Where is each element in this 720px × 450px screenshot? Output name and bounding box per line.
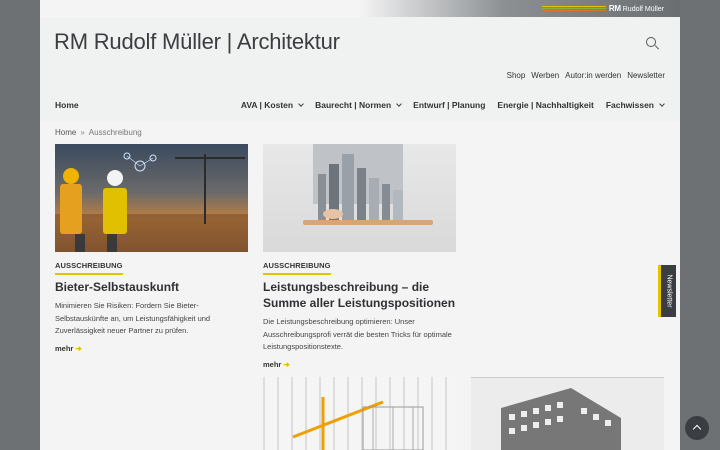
article-image-crane-blueprint[interactable] (263, 377, 456, 450)
nav-item-fachwissen[interactable]: Fachwissen (605, 100, 665, 110)
nav-item-label: Entwurf | Planung (413, 100, 486, 110)
article-image-tablet-city[interactable] (263, 144, 456, 252)
article-card (263, 377, 456, 450)
arrow-right-icon: ➔ (283, 359, 290, 369)
breadcrumb-home[interactable]: Home (55, 128, 76, 137)
newsletter-side-tab-label: Newsletter (665, 274, 672, 308)
chevron-down-icon (298, 100, 304, 107)
read-more-link[interactable]: mehr ➔ (55, 344, 82, 353)
publisher-logo-name: Rudolf Müller (622, 6, 664, 13)
chevron-up-icon (692, 424, 702, 434)
publisher-logo[interactable]: RM Rudolf Müller (609, 4, 664, 13)
main-nav: Home AVA | Kosten Baurecht | Normen Entw… (40, 100, 680, 120)
publisher-logo-short: RM (608, 4, 621, 13)
article-teaser: Minimieren Sie Risiken: Fordern Sie Biet… (55, 301, 211, 335)
article-card (471, 377, 664, 450)
nav-item-label: AVA | Kosten (240, 100, 294, 110)
nav-item-label: Fachwissen (605, 100, 654, 110)
nav-item-ava-kosten[interactable]: AVA | Kosten (240, 100, 304, 110)
nav-item-home[interactable]: Home (55, 100, 79, 110)
read-more-label: mehr (55, 343, 74, 353)
scroll-to-top-button[interactable] (685, 416, 709, 440)
breadcrumb-separator: » (80, 128, 85, 137)
utility-link-autor[interactable]: Autor:in werden (565, 71, 621, 80)
newsletter-side-tab[interactable]: Newsletter (658, 265, 676, 317)
page: RM Rudolf Müller RM Rudolf Müller | Archi… (40, 0, 680, 450)
breadcrumb-current: Ausschreibung (88, 128, 142, 137)
utility-link-newsletter[interactable]: Newsletter (627, 71, 665, 80)
site-header: RM Rudolf Müller | Architektur Shop Werb… (40, 17, 680, 121)
top-strip: RM Rudolf Müller (40, 0, 680, 17)
chevron-down-icon (659, 100, 665, 107)
nav-item-label: Energie | Nachhaltigkeit (497, 100, 594, 110)
article-category-tag[interactable]: AUSSCHREIBUNG (263, 261, 331, 275)
article-category-tag[interactable]: AUSSCHREIBUNG (55, 261, 123, 275)
read-more-label: mehr (263, 359, 282, 369)
chevron-down-icon (396, 100, 402, 107)
site-title[interactable]: RM Rudolf Müller | Architektur (54, 29, 340, 55)
article-image-facade[interactable] (471, 377, 664, 450)
nav-item-entwurf-planung[interactable]: Entwurf | Planung (413, 100, 485, 110)
nav-item-energie-nachhaltigkeit[interactable]: Energie | Nachhaltigkeit (497, 100, 593, 110)
search-icon[interactable] (646, 37, 660, 51)
article-title[interactable]: Leistungsbeschreibung – die Summe aller … (263, 279, 456, 311)
utility-link-shop[interactable]: Shop (507, 71, 526, 80)
brand-color-bars (542, 6, 606, 11)
article-title[interactable]: Bieter-Selbstauskunft (55, 279, 248, 295)
utility-link-werben[interactable]: Werben (531, 71, 559, 80)
article-card: AUSSCHREIBUNG Leistungsbeschreibung – di… (263, 144, 456, 372)
nav-item-label: Baurecht | Normen (315, 100, 392, 110)
article-card: AUSSCHREIBUNG Bieter-Selbstauskunft Mini… (55, 144, 248, 356)
read-more-link[interactable]: mehr ➔ (263, 360, 290, 369)
utility-nav: Shop Werben Autor:in werden Newsletter (507, 71, 665, 80)
article-teaser: Die Leistungsbeschreibung optimieren: Un… (263, 317, 452, 351)
article-image-construction-workers[interactable] (55, 144, 248, 252)
breadcrumb: Home » Ausschreibung (55, 128, 142, 137)
arrow-right-icon: ➔ (75, 343, 82, 353)
nav-item-baurecht-normen[interactable]: Baurecht | Normen (315, 100, 402, 110)
